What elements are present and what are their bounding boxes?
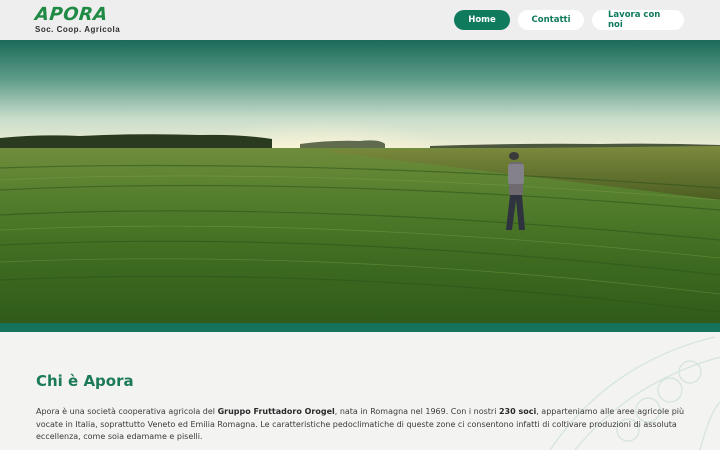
about-group-name: Gruppo Fruttadoro Orogel	[217, 407, 335, 416]
about-section: Chi è Apora Apora è una società cooperat…	[0, 332, 720, 450]
logo-wordmark: APORA	[33, 4, 109, 25]
site-header: APORA Soc. Coop. Agricola Home Contatti …	[0, 0, 720, 40]
about-paragraph: Apora è una società cooperativa agricola…	[36, 406, 686, 444]
about-members-count: 230 soci	[498, 407, 537, 416]
main-nav: Home Contatti Lavora con noi	[454, 10, 684, 30]
nav-contatti-button[interactable]: Contatti	[518, 10, 584, 30]
hero-bottom-strip	[0, 323, 720, 332]
field-illustration	[0, 40, 720, 326]
about-text-part-1: Apora è una società cooperativa agricola…	[36, 407, 218, 416]
nav-home-button[interactable]: Home	[454, 10, 510, 30]
about-text-part-2: , nata in Romagna nel 1969. Con i nostri	[334, 407, 499, 416]
hero-image	[0, 40, 720, 326]
logo-subtitle: Soc. Coop. Agricola	[35, 25, 121, 34]
about-title: Chi è Apora	[36, 372, 134, 390]
apora-logo[interactable]: APORA Soc. Coop. Agricola	[33, 4, 121, 34]
nav-lavora-button[interactable]: Lavora con noi	[592, 10, 684, 30]
